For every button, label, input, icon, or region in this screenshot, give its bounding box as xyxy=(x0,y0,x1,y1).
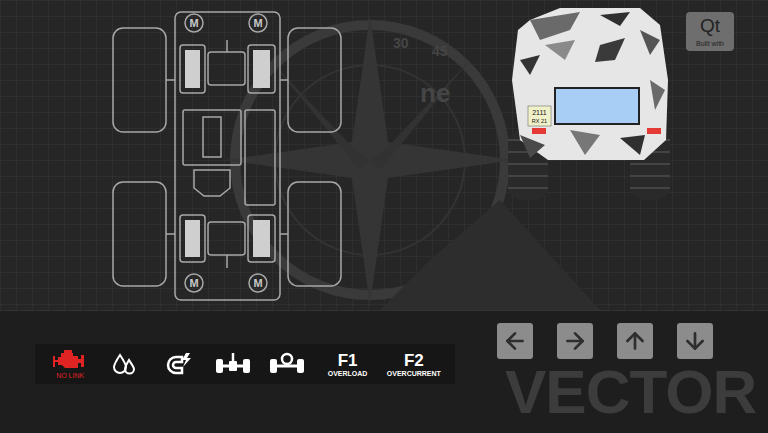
motor: M xyxy=(185,274,203,292)
status-indicator xyxy=(154,351,204,377)
svg-text:M: M xyxy=(253,277,262,289)
direction-button[interactable] xyxy=(677,323,713,359)
direction-button[interactable] xyxy=(497,323,533,359)
plate-region: RX 21 xyxy=(532,118,547,124)
main-view: 30 45 ne M M M M 2111 RX 21 QtBuilt with xyxy=(0,0,768,310)
status-indicator xyxy=(208,351,258,377)
vehicle-view: 2111 RX 21 xyxy=(500,0,680,210)
svg-text:30: 30 xyxy=(393,35,409,51)
fault-indicator: F2OVERCURRENT xyxy=(383,352,445,377)
status-panel: NO LINK F1OVERLOADF2OVERCURRENT xyxy=(35,344,455,384)
chassis-diagram: M M M M xyxy=(105,8,345,308)
svg-text:ne: ne xyxy=(420,78,450,108)
engine-icon xyxy=(53,349,87,371)
direction-button[interactable] xyxy=(557,323,593,359)
qt-logo: QtBuilt with xyxy=(686,12,734,51)
front-axle-icon xyxy=(214,351,252,377)
svg-text:M: M xyxy=(189,277,198,289)
brand-watermark: VECTOR xyxy=(505,361,756,423)
svg-text:M: M xyxy=(253,17,262,29)
motor: M xyxy=(249,14,267,32)
motor: M xyxy=(185,14,203,32)
svg-text:45: 45 xyxy=(432,43,448,59)
arrow-left-icon xyxy=(502,328,528,354)
magnet-icon xyxy=(164,351,194,377)
fault-indicator: F1OVERLOAD xyxy=(317,352,379,377)
arrow-down-icon xyxy=(682,328,708,354)
arrow-right-icon xyxy=(562,328,588,354)
status-indicator xyxy=(262,351,312,377)
motor: M xyxy=(249,274,267,292)
plate-number: 2111 xyxy=(532,109,547,116)
fluid-drops-icon xyxy=(110,352,138,376)
status-indicator xyxy=(99,352,149,376)
status-indicator: NO LINK xyxy=(45,349,95,379)
arrow-up-icon xyxy=(622,328,648,354)
dashboard: 30 45 ne M M M M 2111 RX 21 QtBuilt with VECTOR NO … xyxy=(0,0,768,433)
bottom-bar: VECTOR NO LINK F1OVERLOADF2OVERCURRENT xyxy=(0,310,768,433)
rear-axle-icon xyxy=(268,351,306,377)
svg-text:M: M xyxy=(189,17,198,29)
direction-button[interactable] xyxy=(617,323,653,359)
direction-controls xyxy=(497,323,713,359)
